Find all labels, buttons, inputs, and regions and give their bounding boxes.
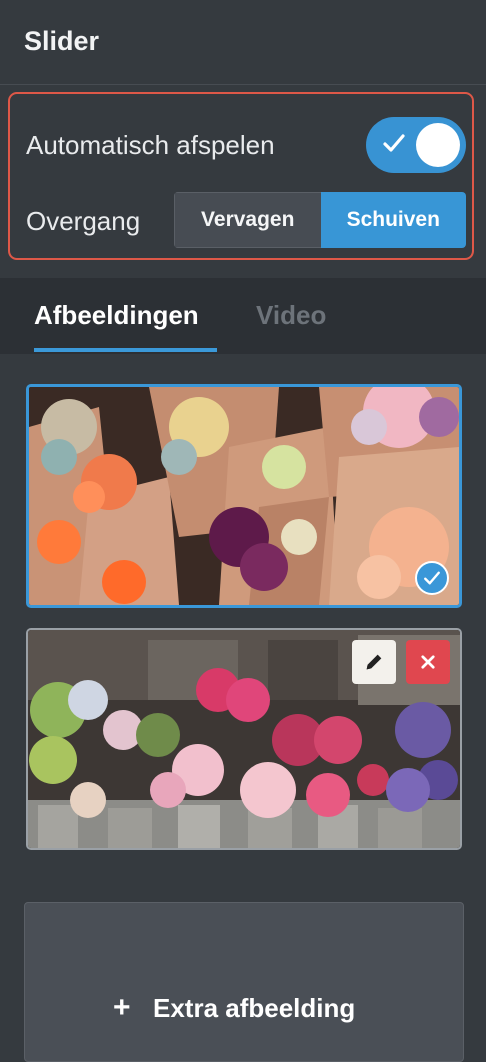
transition-label: Overgang xyxy=(26,206,141,236)
transition-selector: Vervagen Schuiven xyxy=(174,192,466,248)
media-tabs: Afbeeldingen Video xyxy=(0,278,486,354)
image-thumbnail-flowershop[interactable] xyxy=(26,628,462,850)
divider xyxy=(0,84,486,85)
active-tab-indicator xyxy=(34,348,217,352)
autoplay-label: Automatisch afspelen xyxy=(26,130,275,160)
autoplay-toggle[interactable] xyxy=(366,117,466,173)
panel-title: Slider xyxy=(24,26,100,56)
image-thumbnail-bouquets[interactable] xyxy=(26,384,462,608)
edit-image-button[interactable] xyxy=(352,640,396,684)
tab-video[interactable]: Video xyxy=(256,300,326,331)
checkmark-icon xyxy=(383,134,405,152)
selected-check-badge xyxy=(415,561,449,595)
pencil-icon xyxy=(366,654,382,670)
transition-fade-button[interactable]: Vervagen xyxy=(174,192,321,248)
transition-slide-button[interactable]: Schuiven xyxy=(320,192,466,248)
add-image-label: Extra afbeelding xyxy=(153,993,356,1023)
bouquets-photo xyxy=(29,387,459,605)
add-image-button[interactable]: + Extra afbeelding xyxy=(24,902,464,1062)
slider-settings: Automatisch afspelen Overgang Vervagen S… xyxy=(8,92,474,260)
checkmark-icon xyxy=(424,571,440,585)
plus-icon: + xyxy=(113,991,131,1024)
close-icon xyxy=(421,655,435,669)
toggle-knob xyxy=(416,123,460,167)
tab-images[interactable]: Afbeeldingen xyxy=(34,300,199,331)
delete-image-button[interactable] xyxy=(406,640,450,684)
